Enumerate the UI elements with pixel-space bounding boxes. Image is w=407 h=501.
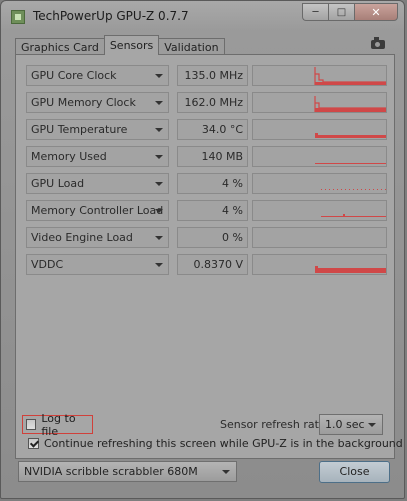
sensor-graph (252, 146, 387, 167)
sensor-graph (252, 254, 387, 275)
sensor-row: GPU Temperature 34.0 °C (26, 119, 388, 140)
gpu-select-value: NVIDIA scribble scrabbler 680M (24, 465, 198, 478)
sensor-name-label: Memory Controller Load (31, 204, 164, 217)
close-icon: ✕ (371, 5, 381, 19)
chevron-down-icon (155, 263, 163, 267)
chevron-down-icon (155, 74, 163, 78)
sensor-value: 4 % (177, 173, 248, 194)
sensor-row: GPU Core Clock 135.0 MHz (26, 65, 388, 86)
sensor-row: GPU Memory Clock 162.0 MHz (26, 92, 388, 113)
sensor-name-dropdown[interactable]: GPU Memory Clock (26, 92, 169, 113)
sensor-name-label: Video Engine Load (31, 231, 133, 244)
sensor-name-dropdown[interactable]: Memory Used (26, 146, 169, 167)
chevron-down-icon (155, 236, 163, 240)
sensor-value: 34.0 °C (177, 119, 248, 140)
sensor-name-dropdown[interactable]: GPU Core Clock (26, 65, 169, 86)
sensor-name-dropdown[interactable]: Memory Controller Load (26, 200, 169, 221)
background-refresh-checkbox[interactable]: Continue refreshing this screen while GP… (28, 437, 403, 450)
chevron-down-icon (155, 155, 163, 159)
sensor-graph (252, 119, 387, 140)
sensor-value: 4 % (177, 200, 248, 221)
tab-bar: Graphics Card Sensors Validation (15, 35, 225, 55)
sensor-row: VDDC 0.8370 V (26, 254, 388, 275)
maximize-icon: □ (336, 6, 347, 18)
sensor-name-label: VDDC (31, 258, 64, 271)
camera-icon[interactable] (371, 37, 385, 49)
sensor-name-label: GPU Core Clock (31, 69, 117, 82)
sensor-row: Video Engine Load 0 % (26, 227, 388, 248)
sensor-name-dropdown[interactable]: VDDC (26, 254, 169, 275)
sensor-name-label: Memory Used (31, 150, 107, 163)
minimize-icon: ─ (312, 6, 319, 18)
app-icon (11, 10, 25, 24)
sensor-value: 0.8370 V (177, 254, 248, 275)
tab-validation[interactable]: Validation (158, 38, 225, 55)
chevron-down-icon (222, 470, 230, 474)
sensor-graph (252, 92, 387, 113)
chevron-down-icon (155, 209, 163, 213)
sensor-name-label: GPU Load (31, 177, 85, 190)
close-button[interactable]: Close (319, 461, 390, 483)
sensor-name-dropdown[interactable]: GPU Temperature (26, 119, 169, 140)
checkbox-box[interactable] (28, 438, 39, 449)
background-refresh-label: Continue refreshing this screen while GP… (44, 437, 403, 450)
sensor-name-label: GPU Temperature (31, 123, 128, 136)
chevron-down-icon (155, 101, 163, 105)
tab-sensors[interactable]: Sensors (103, 35, 160, 55)
sensor-graph (252, 227, 387, 248)
sensor-row: Memory Controller Load 4 % (26, 200, 388, 221)
log-to-file-label: Log to file (41, 411, 76, 438)
sensor-value: 135.0 MHz (177, 65, 248, 86)
gpu-select[interactable]: NVIDIA scribble scrabbler 680M (18, 461, 237, 482)
title-bar[interactable]: TechPowerUp GPU-Z 0.7.7 ─ □ ✕ (1, 1, 404, 31)
sensor-name-dropdown[interactable]: GPU Load (26, 173, 169, 194)
refresh-rate-label: Sensor refresh rate: (220, 418, 330, 431)
chevron-down-icon (155, 128, 163, 132)
log-to-file-checkbox[interactable]: Log to file (22, 412, 93, 438)
maximize-button[interactable]: □ (328, 3, 354, 21)
window-controls: ─ □ ✕ (302, 3, 398, 21)
sensor-value: 0 % (177, 227, 248, 248)
minimize-button[interactable]: ─ (302, 3, 328, 21)
sensor-value: 162.0 MHz (177, 92, 248, 113)
sensor-row: Memory Used 140 MB (26, 146, 388, 167)
window-title: TechPowerUp GPU-Z 0.7.7 (33, 9, 189, 23)
gpuz-window: TechPowerUp GPU-Z 0.7.7 ─ □ ✕ Graphics C… (0, 0, 405, 499)
refresh-rate-value: 1.0 sec (325, 418, 365, 431)
sensor-graph (252, 200, 387, 221)
sensor-name-dropdown[interactable]: Video Engine Load (26, 227, 169, 248)
checkbox-box[interactable] (26, 419, 37, 430)
sensor-name-label: GPU Memory Clock (31, 96, 136, 109)
close-window-button[interactable]: ✕ (354, 3, 398, 21)
tab-graphics-card[interactable]: Graphics Card (15, 38, 105, 55)
refresh-rate-select[interactable]: 1.0 sec (319, 414, 383, 435)
sensors-panel: GPU Core Clock 135.0 MHz GPU Memory Cloc… (15, 54, 395, 459)
sensor-graph (252, 173, 387, 194)
sensor-graph (252, 65, 387, 86)
sensor-row: GPU Load 4 % (26, 173, 388, 194)
chevron-down-icon (368, 423, 376, 427)
sensor-value: 140 MB (177, 146, 248, 167)
chevron-down-icon (155, 182, 163, 186)
